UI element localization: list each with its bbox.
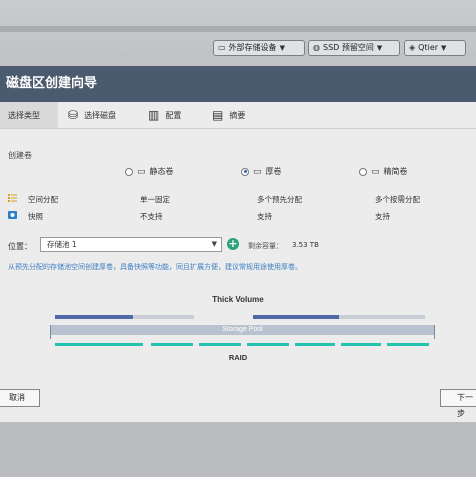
space-allocation-icon [8, 194, 17, 202]
dialog-title: 磁盘区创建向导 [0, 66, 476, 102]
dropdown-caret-icon: ▼ [211, 240, 217, 248]
thin-volume-icon: ▭ [371, 166, 380, 177]
thick-volume-icon: ▭ [253, 166, 262, 177]
radio-label: 精简卷 [383, 167, 408, 176]
external-storage-button[interactable]: ▭ 外部存储设备 ▼ [213, 40, 305, 56]
chevron-down-icon: ▼ [376, 44, 383, 52]
ssd-cache-label: SSD 预留空间 [322, 43, 374, 52]
step-label: 选择类型 [8, 110, 40, 120]
wizard-steps: 选择类型 ⛁ 选择磁盘 ▥ 配置 ▤ 摘要 [0, 102, 476, 129]
raid-segment [151, 343, 193, 346]
location-label: 位置： [8, 242, 32, 251]
thick-volume-free-segment [133, 315, 194, 319]
step-label: 摘要 [229, 110, 246, 120]
qtier-icon: ◈ [409, 43, 416, 52]
step-summary[interactable]: ▤ 摘要 [212, 102, 245, 128]
raid-segment [341, 343, 381, 346]
volume-wizard-dialog: 磁盘区创建向导 选择类型 ⛁ 选择磁盘 ▥ 配置 ▤ 摘要 创建卷 ▭ 静态卷 … [0, 66, 476, 422]
qtier-button[interactable]: ◈ Qtier ▼ [404, 40, 466, 56]
step-select-type[interactable]: 选择类型 [0, 102, 58, 128]
capacity-value: 3.53 TB [292, 241, 319, 249]
raid-segment [55, 343, 143, 346]
add-storage-pool-button[interactable]: + [227, 238, 239, 250]
feature-value: 多个预先分配 [257, 195, 302, 204]
disk-icon: ⛁ [68, 108, 79, 122]
cancel-button[interactable]: 取消 [0, 389, 40, 407]
radio-thin-volume[interactable]: ▭ 精简卷 [359, 166, 408, 177]
static-volume-icon: ▭ [137, 166, 146, 177]
step-config[interactable]: ▥ 配置 [148, 102, 181, 128]
raid-segment [199, 343, 241, 346]
radio-label: 厚卷 [265, 167, 282, 176]
step-label: 选择磁盘 [84, 110, 117, 120]
step-label: 配置 [165, 110, 182, 120]
feature-label: 空间分配 [28, 195, 58, 204]
feature-value: 不支持 [140, 212, 163, 221]
radio-thick-volume[interactable]: ▭ 厚卷 [241, 166, 282, 177]
radio-button-selected[interactable] [241, 167, 249, 176]
chevron-down-icon: ▼ [279, 44, 285, 52]
raid-segment [387, 343, 429, 346]
chevron-down-icon: ▼ [441, 44, 447, 52]
raid-segment [247, 343, 289, 346]
config-icon: ▥ [148, 108, 160, 122]
top-toolbar: ▭ 外部存储设备 ▼ ◍ SSD 预留空间 ▼ ◈ Qtier ▼ [0, 0, 476, 66]
create-volume-label: 创建卷 [8, 151, 32, 160]
external-storage-label: 外部存储设备 [228, 43, 277, 52]
location-value: 存储池 1 [47, 240, 77, 249]
radio-label: 静态卷 [149, 167, 174, 176]
feature-value: 支持 [257, 212, 272, 221]
capacity-label: 剩余容量： [248, 242, 283, 250]
qtier-label: Qtier [418, 43, 439, 52]
feature-label: 快照 [28, 212, 43, 221]
ssd-icon: ◍ [313, 43, 320, 52]
thick-volume-label: Thick Volume [212, 295, 264, 304]
thick-volume-free-segment [339, 315, 425, 319]
thick-volume-used-segment [253, 315, 339, 319]
radio-button[interactable] [125, 167, 133, 176]
raid-segment [295, 343, 335, 346]
storage-pool-bar: Storage Pool [50, 325, 435, 339]
raid-label: RAID [228, 353, 248, 362]
location-select[interactable]: 存储池 1 ▼ [40, 237, 222, 252]
toolbar-divider [0, 26, 476, 32]
feature-value: 支持 [375, 212, 390, 221]
external-drive-icon: ▭ [218, 43, 226, 52]
plus-icon: + [228, 237, 238, 250]
snapshot-icon [8, 211, 17, 219]
feature-value: 多个按需分配 [375, 195, 420, 204]
storage-pool-label: Storage Pool [222, 326, 263, 333]
background-area [0, 422, 476, 477]
description-hint: 从预先分配的存储池空间创建厚卷，具备快照等功能，同且扩展方便，建议常规用途使用厚… [8, 263, 302, 271]
feature-value: 单一固定 [140, 195, 170, 204]
radio-button[interactable] [359, 167, 367, 176]
ssd-cache-button[interactable]: ◍ SSD 预留空间 ▼ [308, 40, 400, 56]
thick-volume-used-segment [55, 315, 133, 319]
next-button[interactable]: 下一步 [440, 389, 476, 418]
radio-static-volume[interactable]: ▭ 静态卷 [125, 166, 174, 177]
volume-diagram: Thick Volume Storage Pool RAID [0, 292, 476, 372]
step-select-disk[interactable]: ⛁ 选择磁盘 [68, 102, 116, 128]
summary-icon: ▤ [212, 108, 224, 122]
